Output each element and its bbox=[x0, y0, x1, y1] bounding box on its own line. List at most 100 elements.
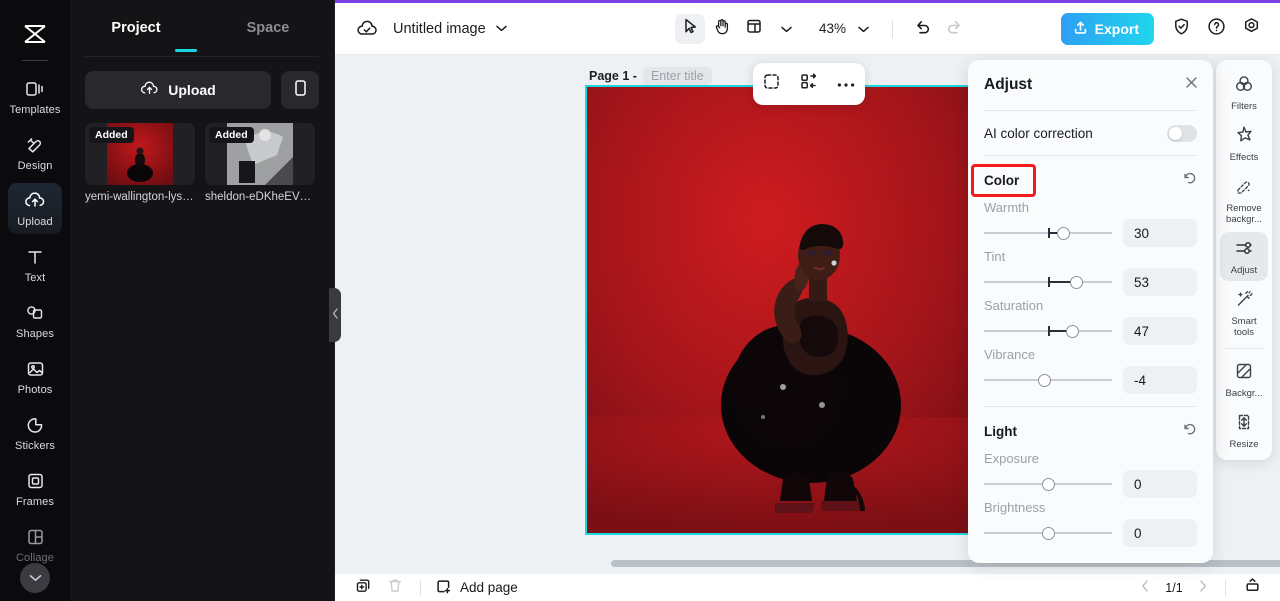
chevron-left-icon bbox=[1141, 579, 1149, 597]
add-page-button[interactable]: Add page bbox=[435, 578, 518, 598]
filters-icon bbox=[1234, 74, 1254, 99]
slider-thumb[interactable] bbox=[1070, 276, 1084, 289]
saturation-slider[interactable] bbox=[984, 322, 1112, 340]
settings-button[interactable] bbox=[1236, 14, 1266, 44]
export-upload-icon bbox=[1073, 20, 1088, 38]
control-warmth: Warmth 30 bbox=[968, 200, 1213, 249]
panel-collapse-handle[interactable] bbox=[329, 288, 341, 342]
upload-button[interactable]: Upload bbox=[85, 71, 271, 109]
more-options-button[interactable] bbox=[832, 70, 860, 98]
sidebar-item-templates[interactable]: Templates bbox=[8, 71, 62, 122]
document-title[interactable]: Untitled image bbox=[393, 21, 486, 37]
brightness-slider[interactable] bbox=[984, 524, 1112, 542]
close-icon[interactable] bbox=[1184, 75, 1199, 95]
adjust-panel-header: Adjust bbox=[968, 60, 1213, 110]
slider-thumb[interactable] bbox=[1042, 527, 1055, 540]
sidebar-item-label: Photos bbox=[17, 384, 53, 396]
tool-smart-tools[interactable]: Smart tools bbox=[1220, 283, 1268, 343]
canvas-image[interactable] bbox=[587, 87, 975, 533]
status-badge: Added bbox=[209, 127, 254, 143]
tab-project[interactable]: Project bbox=[70, 0, 202, 56]
asset-name: yemi-wallington-lys8... bbox=[85, 191, 195, 203]
hand-tool-button[interactable] bbox=[707, 14, 737, 44]
warmth-slider[interactable] bbox=[984, 224, 1112, 242]
prev-page-button[interactable] bbox=[1135, 578, 1155, 598]
layout-dropdown-caret[interactable] bbox=[771, 14, 801, 44]
sidebar-item-shapes[interactable]: Shapes bbox=[8, 295, 62, 346]
layout-grid-icon bbox=[746, 18, 762, 39]
add-page-label: Add page bbox=[460, 580, 518, 595]
redo-button[interactable] bbox=[939, 14, 969, 44]
asset-thumbnail[interactable]: Added bbox=[85, 123, 195, 185]
sidebar-item-upload[interactable]: Upload bbox=[8, 183, 62, 234]
control-saturation: Saturation 47 bbox=[968, 298, 1213, 347]
page-title-input[interactable]: Enter title bbox=[642, 67, 712, 85]
tool-filters[interactable]: Filters bbox=[1220, 68, 1268, 117]
chevron-left-icon bbox=[332, 306, 339, 324]
layers-button[interactable] bbox=[795, 70, 823, 98]
slider-thumb[interactable] bbox=[1038, 374, 1052, 387]
chevron-down-icon[interactable] bbox=[495, 25, 507, 32]
zoom-level-value[interactable]: 43% bbox=[819, 21, 846, 36]
warmth-value[interactable]: 30 bbox=[1123, 219, 1197, 247]
page-number-label: Page 1 - bbox=[589, 69, 637, 83]
tool-label: Remove backgr... bbox=[1226, 203, 1262, 225]
upload-from-mobile-button[interactable] bbox=[281, 71, 319, 109]
slider-thumb[interactable] bbox=[1057, 227, 1071, 240]
shield-button[interactable] bbox=[1166, 14, 1196, 44]
list-item[interactable]: Added sheldon-eDKheEVU4... bbox=[205, 123, 315, 203]
ai-color-correction-toggle[interactable] bbox=[1167, 124, 1197, 142]
trash-icon bbox=[387, 577, 403, 599]
list-item[interactable]: Added yemi-wallington-lys8... bbox=[85, 123, 195, 203]
slider-thumb[interactable] bbox=[1042, 478, 1055, 491]
duplicate-page-button[interactable] bbox=[349, 575, 377, 601]
undo-arrow-icon bbox=[914, 19, 931, 39]
selected-image-frame[interactable] bbox=[585, 85, 977, 535]
saturation-value[interactable]: 47 bbox=[1123, 317, 1197, 345]
delete-page-button[interactable] bbox=[381, 575, 409, 601]
sidebar-item-design[interactable]: Design bbox=[8, 127, 62, 178]
asset-thumbnail[interactable]: Added bbox=[205, 123, 315, 185]
tint-value[interactable]: 53 bbox=[1123, 268, 1197, 296]
tint-slider[interactable] bbox=[984, 273, 1112, 291]
cloud-saved-icon[interactable] bbox=[356, 20, 378, 38]
exposure-slider[interactable] bbox=[984, 475, 1112, 493]
tool-adjust[interactable]: Adjust bbox=[1220, 232, 1268, 281]
export-button[interactable]: Export bbox=[1060, 12, 1154, 45]
duplicate-page-icon bbox=[355, 577, 372, 599]
redo-arrow-icon bbox=[946, 19, 963, 39]
ellipsis-icon bbox=[837, 75, 855, 93]
undo-button[interactable] bbox=[907, 14, 937, 44]
slider-center-tick bbox=[1048, 326, 1050, 336]
next-page-button[interactable] bbox=[1193, 578, 1213, 598]
tool-effects[interactable]: Effects bbox=[1220, 119, 1268, 168]
sidebar-item-frames[interactable]: Frames bbox=[8, 463, 62, 514]
sidebar-item-label: Stickers bbox=[15, 440, 55, 452]
question-circle-icon bbox=[1207, 17, 1226, 41]
tab-space[interactable]: Space bbox=[202, 0, 334, 56]
tool-background[interactable]: Backgr... bbox=[1220, 355, 1268, 404]
sidebar-item-text[interactable]: Text bbox=[8, 239, 62, 290]
reset-icon[interactable] bbox=[1182, 421, 1197, 441]
bottom-bar: Add page 1/1 bbox=[335, 573, 1280, 601]
reset-icon[interactable] bbox=[1182, 170, 1197, 190]
brightness-value[interactable]: 0 bbox=[1123, 519, 1197, 547]
layout-tool-button[interactable] bbox=[739, 14, 769, 44]
sidebar-more-button[interactable] bbox=[20, 563, 50, 593]
tool-resize[interactable]: Resize bbox=[1220, 406, 1268, 455]
vibrance-slider[interactable] bbox=[984, 371, 1112, 389]
tool-remove-background[interactable]: Remove backgr... bbox=[1220, 170, 1268, 230]
exposure-value[interactable]: 0 bbox=[1123, 470, 1197, 498]
slider-thumb[interactable] bbox=[1066, 325, 1080, 338]
vibrance-value[interactable]: -4 bbox=[1123, 366, 1197, 394]
select-tool-button[interactable] bbox=[675, 13, 705, 44]
toggle-pages-panel-button[interactable] bbox=[1238, 575, 1266, 601]
zoom-dropdown-caret[interactable] bbox=[848, 14, 878, 44]
control-brightness: Brightness 0 bbox=[968, 500, 1213, 549]
select-subject-button[interactable] bbox=[758, 70, 786, 98]
sidebar-item-stickers[interactable]: Stickers bbox=[8, 407, 62, 458]
sidebar-item-photos[interactable]: Photos bbox=[8, 351, 62, 402]
ai-color-correction-label: AI color correction bbox=[984, 125, 1093, 141]
capcut-logo-icon[interactable] bbox=[13, 16, 57, 52]
help-button[interactable] bbox=[1201, 14, 1231, 44]
